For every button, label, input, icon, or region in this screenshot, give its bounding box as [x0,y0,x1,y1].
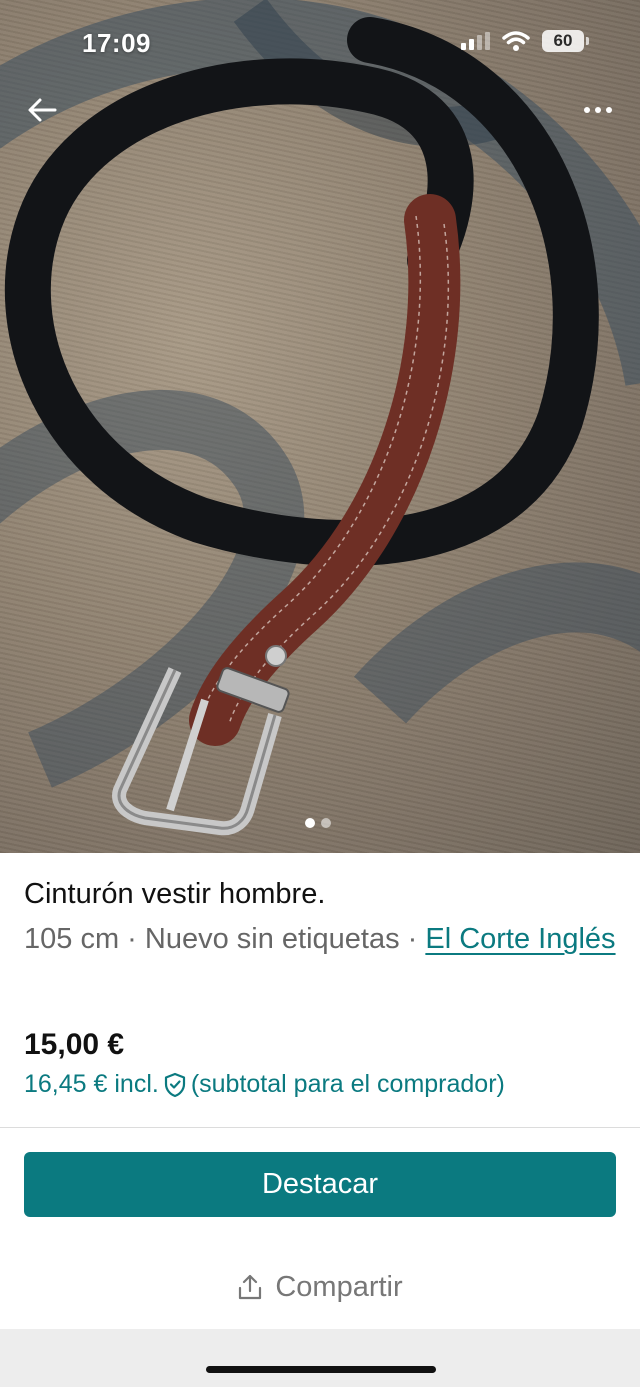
status-bar: 17:09 60 [0,0,640,88]
back-button[interactable] [22,90,62,130]
battery-icon: 60 [542,30,589,52]
cellular-signal-icon [461,32,490,50]
gallery-dot[interactable] [321,818,331,828]
more-options-button[interactable] [576,94,620,126]
battery-level: 60 [553,31,573,50]
belt-image [0,0,640,836]
status-time: 17:09 [82,28,151,58]
status-icons: 60 [461,30,589,52]
share-upload-icon [239,1274,262,1300]
arrow-left-icon [28,98,57,122]
gallery-pagination [305,818,331,828]
section-divider [0,1127,640,1128]
buyer-price-info[interactable]: 16,45 € incl. (subtotal para el comprado… [24,1070,505,1099]
buyer-price: 16,45 € incl. [24,1070,159,1098]
wifi-icon [502,31,530,51]
home-indicator[interactable] [206,1366,436,1373]
product-price: 15,00 € [24,1028,125,1061]
bottom-area [0,1329,640,1387]
gallery-dot-active[interactable] [305,818,315,828]
highlight-button[interactable]: Destacar [24,1152,616,1217]
brand-link[interactable]: El Corte Inglés [425,923,615,955]
share-button[interactable]: Compartir [0,1262,640,1312]
more-horizontal-icon [584,107,590,113]
product-title: Cinturón vestir hombre. [24,878,326,910]
product-photo[interactable]: 17:09 60 [0,0,640,853]
buyer-price-note: (subtotal para el comprador) [190,1070,505,1098]
share-label: Compartir [275,1270,403,1303]
product-details: Cinturón vestir hombre. 105 cm · Nuevo s… [24,876,616,960]
product-meta: 105 cm · Nuevo sin etiquetas · El Corte … [24,918,616,960]
product-size-condition: 105 cm · Nuevo sin etiquetas · [24,923,426,956]
shield-check-icon [163,1072,187,1098]
